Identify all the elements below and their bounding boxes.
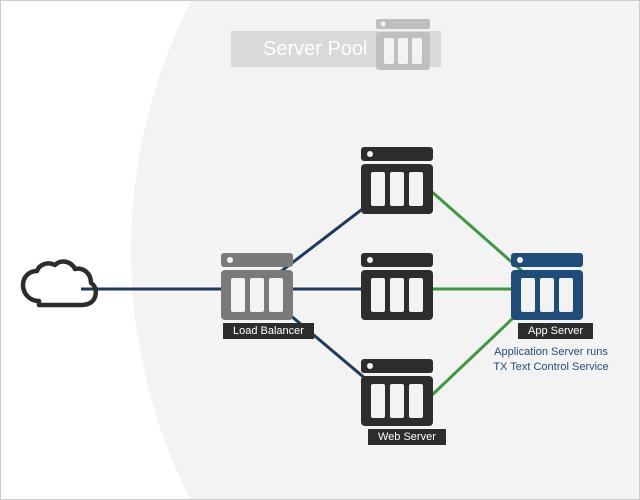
- web-server-middle-icon: [361, 253, 433, 320]
- app-server-label: App Server: [518, 323, 593, 339]
- web-server-top-icon: [361, 147, 433, 214]
- app-server-description: Application Server runs TX Text Control …: [491, 345, 611, 376]
- cloud-icon: [23, 262, 96, 305]
- web-server-label: Web Server: [368, 429, 446, 445]
- load-balancer-label: Load Balancer: [223, 323, 314, 339]
- load-balancer-icon: [221, 253, 293, 320]
- web-server-bottom-icon: [361, 359, 433, 426]
- app-server-icon: [511, 253, 583, 320]
- server-pool-icon: [376, 19, 430, 70]
- network-diagram: [1, 1, 640, 500]
